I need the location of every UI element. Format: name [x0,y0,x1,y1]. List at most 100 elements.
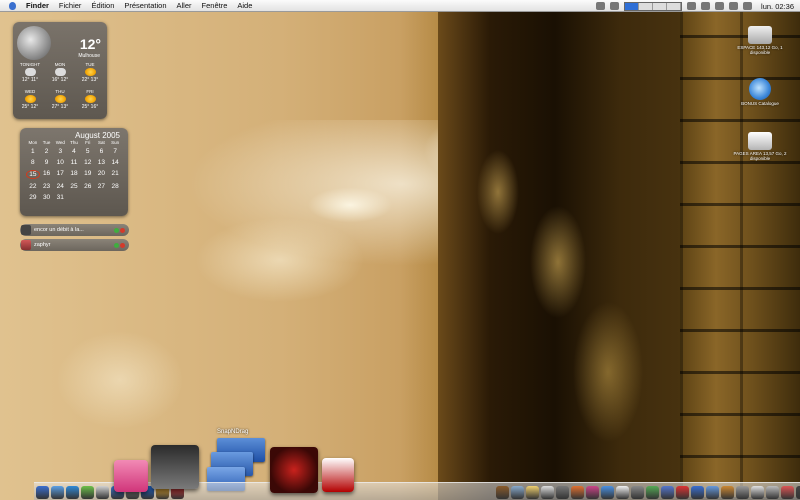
calendar-day[interactable]: 31 [53,194,67,201]
display-icon[interactable] [687,2,697,10]
calendar-day[interactable]: 20 [95,170,109,179]
calendar-day[interactable]: 8 [26,159,40,166]
calendar-today[interactable]: 15 [26,170,40,179]
calendar-day[interactable]: 14 [108,159,122,166]
camera-app-icon[interactable] [151,445,199,489]
menu-clock[interactable]: lun. 02:36 [761,2,794,11]
dock-app-icon[interactable] [51,486,64,499]
calendar-day[interactable]: 6 [95,148,109,155]
stack-label: SnapNDrag [217,429,249,435]
calendar-weekday: Sun [111,140,120,145]
calendar-day[interactable]: 11 [67,159,81,166]
desktop-2-icon[interactable] [639,2,654,10]
dock-app-icon[interactable] [541,486,554,499]
sync-icon[interactable] [701,2,711,10]
calendar-day[interactable]: 22 [26,183,40,190]
dock-app-icon[interactable] [66,486,79,499]
stack-menu-icon[interactable] [610,2,620,10]
iphoto-icon[interactable] [114,460,148,492]
dock-app-icon[interactable] [496,486,509,499]
calendar-day[interactable]: 25 [67,183,81,190]
calendar-day[interactable]: 3 [53,148,67,155]
dock-app-icon[interactable] [796,486,800,499]
dock-app-icon[interactable] [721,486,734,499]
desktop-1-icon[interactable] [625,2,640,10]
calendar-day[interactable]: 17 [53,170,67,179]
menu-presentation[interactable]: Présentation [124,1,166,10]
calendar-day[interactable]: 29 [26,194,40,201]
dock-app-icon[interactable] [511,486,524,499]
calendar-widget[interactable]: August 2005 Mon Tue Wed Thu Fri Sat Sun 123456… [20,128,128,216]
apple-menu-icon[interactable] [9,1,16,10]
accept-icon[interactable] [114,227,119,233]
calendar-day[interactable]: 24 [53,183,67,190]
gear-icon[interactable] [729,2,739,10]
reject-icon[interactable] [120,227,125,233]
calendar-day[interactable]: 26 [81,183,95,190]
script-menu-icon[interactable] [596,2,606,10]
calendar-day[interactable]: 16 [40,170,54,179]
cd-disc-icon [749,78,771,100]
calendar-day[interactable]: 4 [67,148,81,155]
menu-aller[interactable]: Aller [177,1,192,10]
calendar-day[interactable]: 13 [95,159,109,166]
dock-app-icon[interactable] [571,486,584,499]
dock-app-icon[interactable] [601,486,614,499]
menu-edition[interactable]: Édition [91,1,114,10]
dock-app-icon[interactable] [676,486,689,499]
external-disk-volume[interactable]: PAGES AREA 13,57 Go, 2 disponible [730,132,790,161]
dock-app-icon[interactable] [556,486,569,499]
dock-app-icon[interactable] [781,486,794,499]
dock-app-icon[interactable] [751,486,764,499]
imovie-clapper-icon[interactable] [322,458,354,492]
accept-icon[interactable] [114,242,119,248]
dock-app-icon[interactable] [526,486,539,499]
calendar-day[interactable]: 18 [67,170,81,179]
calendar-day[interactable]: 27 [95,183,109,190]
calendar-day[interactable]: 10 [53,159,67,166]
weather-widget[interactable]: 12° Mulhouse TONIGHT 12° 11° MON 16° 12°… [13,22,107,119]
dock-app-icon[interactable] [706,486,719,499]
bluetooth-icon[interactable] [715,2,725,10]
hard-disk-volume[interactable]: ESPACE 143,12 Go, 1 disponible [730,26,790,55]
dock-app-icon[interactable] [631,486,644,499]
dock-app-icon[interactable] [691,486,704,499]
desktop-4-icon[interactable] [667,2,682,10]
calendar-day[interactable]: 19 [81,170,95,179]
calendar-day[interactable]: 7 [108,148,122,155]
dock-app-icon[interactable] [736,486,749,499]
calendar-day[interactable]: 23 [40,183,54,190]
calendar-day[interactable]: 5 [81,148,95,155]
dock-app-icon[interactable] [616,486,629,499]
calendar-weekday: Thu [70,140,78,145]
dock-app-icon[interactable] [36,486,49,499]
reject-icon[interactable] [120,242,125,248]
calendar-day[interactable]: 21 [108,170,122,179]
virtual-desktops-switcher[interactable] [624,1,683,11]
sun-icon [24,95,36,103]
dock-app-icon[interactable] [646,486,659,499]
calendar-day[interactable]: 1 [26,148,40,155]
menu-aide[interactable]: Aide [237,1,252,10]
dock-app-icon[interactable] [81,486,94,499]
calendar-day[interactable]: 28 [108,183,122,190]
message-controls[interactable] [114,227,125,233]
calendar-day[interactable]: 2 [40,148,54,155]
dvd-player-icon[interactable] [270,447,318,493]
menu-finder[interactable]: Finder [26,1,49,10]
message-widget[interactable]: encor un débit à la... [20,224,129,236]
dock-app-icon[interactable] [96,486,109,499]
menu-fenetre[interactable]: Fenêtre [202,1,228,10]
message-widget[interactable]: zaphyr [20,239,129,251]
menu-fichier[interactable]: Fichier [59,1,82,10]
dock-app-icon[interactable] [586,486,599,499]
volume-icon[interactable] [743,2,753,10]
cd-volume[interactable]: BONUS Catalogue [730,78,790,106]
message-controls[interactable] [114,242,125,248]
desktop-3-icon[interactable] [653,2,668,10]
calendar-day[interactable]: 12 [81,159,95,166]
dock-app-icon[interactable] [661,486,674,499]
dock-app-icon[interactable] [766,486,779,499]
calendar-day[interactable]: 30 [40,194,54,201]
calendar-day[interactable]: 9 [40,159,54,166]
